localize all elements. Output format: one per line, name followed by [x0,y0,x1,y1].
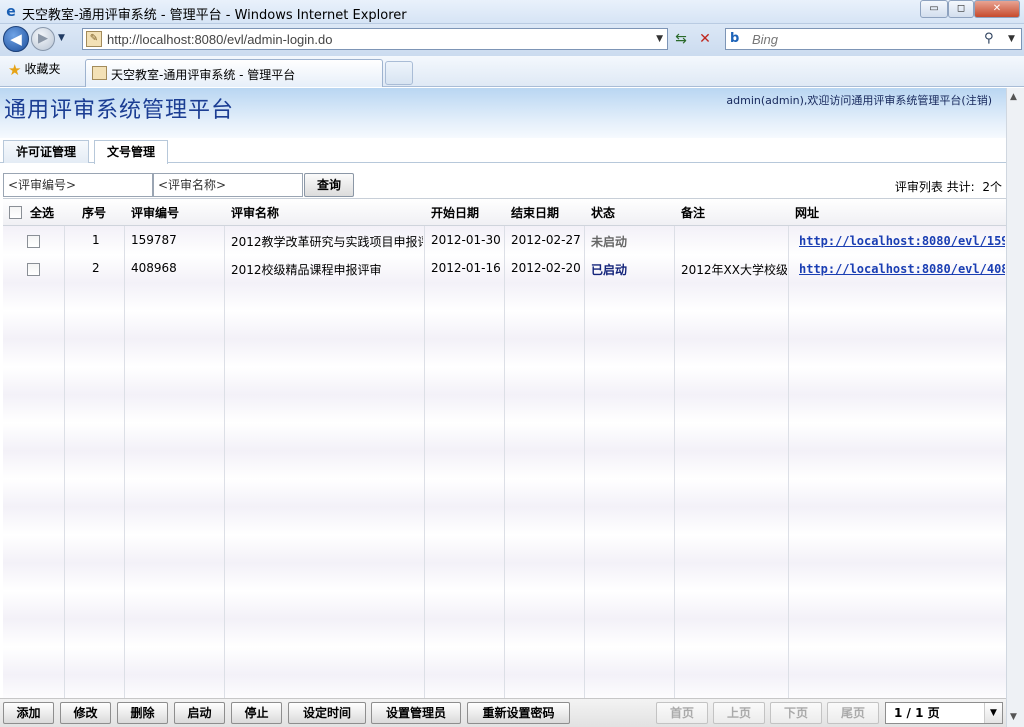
row-end-date: 2012-02-20 [511,261,581,275]
app-title: 通用评审系统管理平台 [4,98,235,123]
favorites-label: 收藏夹 [24,62,61,76]
review-count: 评审列表 共计: 2个 [895,178,1002,195]
recent-pages-dropdown-icon[interactable]: ▼ [58,33,65,43]
star-icon: ★ [8,61,22,79]
row-index: 2 [92,261,100,275]
welcome-message: admin(admin),欢迎访问通用评审系统管理平台(注销) [726,92,992,108]
bing-logo-icon: b [730,31,740,46]
review-grid: 全选 序号 评审编号 评审名称 开始日期 结束日期 状态 备注 网址 1 159… [3,198,1006,698]
page-select[interactable]: 1 / 1 页 ▼ [885,702,1003,724]
row-review-name: 2012校级精品课程申报评审 [231,263,382,277]
search-row: <评审编号> <评审名称> 查询 评审列表 共计: 2个 [0,172,1006,198]
browser-tab-title: 天空教室-通用评审系统 - 管理平台 [111,68,296,82]
review-count-value: 2个 [982,180,1002,194]
tab-document-number-management[interactable]: 文号管理 [94,140,169,164]
search-icon[interactable]: ⚲ [984,31,994,46]
review-count-label: 评审列表 共计: [894,180,975,194]
scroll-up-icon[interactable]: ▲ [1010,92,1017,102]
row-start-date: 2012-01-16 [431,261,501,275]
first-page-button[interactable]: 首页 [656,702,708,724]
reset-password-button[interactable]: 重新设置密码 [467,702,570,724]
refresh-icon[interactable]: ⇆ [671,30,691,48]
grid-header: 全选 序号 评审编号 评审名称 开始日期 结束日期 状态 备注 网址 [3,199,1006,226]
header-end-date: 结束日期 [511,206,560,220]
edit-button[interactable]: 修改 [60,702,111,724]
add-button[interactable]: 添加 [3,702,54,724]
start-button[interactable]: 启动 [174,702,225,724]
header-select-all[interactable]: 全选 [30,204,54,221]
window-title: 天空教室-通用评审系统 - 管理平台 - Windows Internet Ex… [22,8,407,23]
row-url-link[interactable]: http://localhost:8080/evl/159787 [799,234,1005,248]
stop-icon[interactable]: ✕ [695,30,715,48]
scroll-down-icon[interactable]: ▼ [1010,712,1017,722]
page-indicator: 1 / 1 页 [894,706,940,720]
logout-link[interactable]: (注销) [961,94,992,107]
row-index: 1 [92,233,100,247]
last-page-button[interactable]: 尾页 [827,702,879,724]
favorites-bar: ★ 收藏夹 天空教室-通用评审系统 - 管理平台 [0,56,1024,87]
search-dropdown-icon[interactable]: ▼ [1008,34,1015,44]
address-url[interactable]: http://localhost:8080/evl/admin-login.do [107,32,332,47]
close-window-button[interactable]: ✕ [974,0,1020,18]
header-start-date: 开始日期 [431,206,480,220]
header-index: 序号 [82,206,107,220]
table-row[interactable]: 2 408968 2012校级精品课程申报评审 2012-01-16 2012-… [3,255,1006,283]
row-end-date: 2012-02-27 [511,233,581,247]
row-review-name: 2012教学改革研究与实践项目申报评审 [231,235,423,249]
navigation-bar: ◀ ▶ ▼ ✎ http://localhost:8080/evl/admin-… [0,24,1024,56]
header-review-code: 评审编号 [131,206,180,220]
minimize-button[interactable]: ▭ [920,0,948,18]
tab-bar: 许可证管理 文号管理 [0,138,1006,164]
welcome-text: admin(admin),欢迎访问通用评审系统管理平台 [726,94,962,107]
header-status: 状态 [591,206,616,220]
page-viewport: 通用评审系统管理平台 admin(admin),欢迎访问通用评审系统管理平台(注… [0,88,1006,727]
header-review-name: 评审名称 [231,206,280,220]
row-status: 未启动 [591,235,628,249]
row-review-code: 408968 [131,261,177,275]
address-dropdown-icon[interactable]: ▼ [656,34,663,44]
delete-button[interactable]: 删除 [117,702,168,724]
row-status: 已启动 [591,263,628,277]
maximize-button[interactable]: ◻ [948,0,974,18]
select-all-checkbox[interactable] [9,206,22,219]
forward-arrow-icon[interactable]: ▶ [31,27,55,51]
row-checkbox[interactable] [27,263,40,276]
favorites-button[interactable]: ★ 收藏夹 [4,60,64,82]
browser-tab[interactable]: 天空教室-通用评审系统 - 管理平台 [85,59,383,87]
bottom-toolbar: 添加 修改 删除 启动 停止 设定时间 设置管理员 重新设置密码 首页 上页 下… [0,698,1006,727]
table-row[interactable]: 1 159787 2012教学改革研究与实践项目申报评审 2012-01-30 … [3,227,1006,255]
tab-favicon-icon [92,66,107,80]
row-checkbox[interactable] [27,235,40,248]
next-page-button[interactable]: 下页 [770,702,822,724]
query-button[interactable]: 查询 [304,173,354,197]
tab-license-management[interactable]: 许可证管理 [3,140,90,163]
header-note: 备注 [681,206,706,220]
row-url-link[interactable]: http://localhost:8080/evl/408968 [799,262,1005,276]
chevron-down-icon[interactable]: ▼ [984,703,1002,723]
back-arrow-icon[interactable]: ◀ [3,26,29,52]
header-url: 网址 [795,206,820,220]
row-start-date: 2012-01-30 [431,233,501,247]
set-time-button[interactable]: 设定时间 [288,702,366,724]
app-header: 通用评审系统管理平台 admin(admin),欢迎访问通用评审系统管理平台(注… [0,88,1006,138]
row-review-code: 159787 [131,233,177,247]
previous-page-button[interactable]: 上页 [713,702,765,724]
vertical-scrollbar[interactable]: ▲ ▼ [1006,88,1024,727]
set-admin-button[interactable]: 设置管理员 [371,702,461,724]
row-note: 2012年XX大学校级精品课程 [681,263,787,277]
review-name-input[interactable]: <评审名称> [153,173,303,197]
page-favicon-icon: ✎ [86,31,102,47]
address-bar[interactable]: ✎ http://localhost:8080/evl/admin-login.… [82,28,668,50]
ie-logo-icon: e [6,4,16,20]
stop-button[interactable]: 停止 [231,702,282,724]
window-titlebar: e 天空教室-通用评审系统 - 管理平台 - Windows Internet … [0,0,1024,24]
search-placeholder[interactable]: Bing [752,32,778,47]
review-code-input[interactable]: <评审编号> [3,173,153,197]
search-box[interactable]: b Bing ⚲ ▼ [725,28,1022,50]
new-tab-button[interactable] [385,61,413,85]
